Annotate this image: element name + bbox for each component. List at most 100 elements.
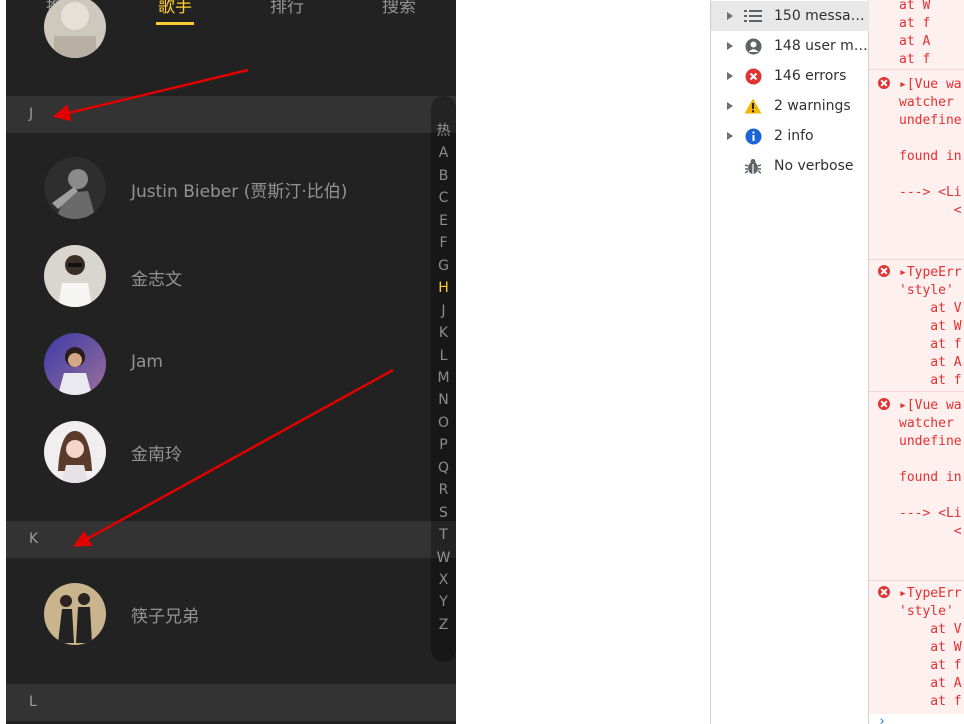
- console-sidebar: 150 messag... 148 user me... 146 errors …: [710, 0, 869, 724]
- console-line: at f: [899, 16, 931, 31]
- singer-avatar: [44, 245, 106, 307]
- expand-arrow-icon[interactable]: [727, 132, 733, 140]
- filter-label: 148 user me...: [774, 38, 868, 54]
- console-line[interactable]: ▸[Vue wa: [899, 76, 962, 94]
- error-icon: [878, 586, 890, 598]
- shortcut-letter[interactable]: F: [431, 235, 456, 251]
- console-line: at A: [899, 676, 962, 691]
- shortcut-letter[interactable]: N: [431, 392, 456, 408]
- singer-name: Justin Bieber (贾斯汀·比伯): [131, 182, 348, 202]
- console-error-entry[interactable]: ▸[Vue wa watcher undefine found in ---> …: [869, 391, 964, 581]
- filter-label: 146 errors: [774, 68, 847, 84]
- console-line: found in: [899, 470, 962, 485]
- group-title-k: K: [6, 521, 456, 558]
- shortcut-letter[interactable]: R: [431, 482, 456, 498]
- filter-warnings[interactable]: 2 warnings: [711, 91, 869, 121]
- console-line: at W: [899, 0, 931, 13]
- expand-arrow-icon: [727, 162, 733, 170]
- warning-icon: [744, 97, 762, 115]
- console-error-entry[interactable]: ▸TypeErr 'style' at V at W at f at A at …: [869, 580, 964, 714]
- shortcut-letter[interactable]: X: [431, 572, 456, 588]
- alphabet-shortcut-bar[interactable]: 热ABCEFGHJKLMNOPQRSTWXYZ: [431, 96, 456, 662]
- info-icon: [744, 127, 762, 145]
- expand-arrow-icon[interactable]: [727, 12, 733, 20]
- console-line: <: [899, 524, 962, 539]
- console-line: 'style': [899, 604, 954, 619]
- shortcut-letter[interactable]: E: [431, 213, 456, 229]
- console-line: undefine: [899, 434, 962, 449]
- shortcut-letter[interactable]: T: [431, 527, 456, 543]
- filter-label: No verbose: [774, 158, 854, 174]
- console-line: at f: [899, 52, 931, 67]
- filter-label: 2 warnings: [774, 98, 851, 114]
- console-error-entry[interactable]: ▸[Vue wa watcher undefine found in ---> …: [869, 69, 964, 259]
- singer-name: 金志文: [131, 270, 182, 290]
- console-line[interactable]: ▸TypeErr: [899, 264, 962, 282]
- error-icon: [744, 67, 762, 85]
- filter-errors[interactable]: 146 errors: [711, 61, 869, 91]
- tab-singer[interactable]: 歌手: [145, 0, 205, 25]
- shortcut-letter[interactable]: S: [431, 505, 456, 521]
- tab-rank[interactable]: 排行: [257, 0, 317, 20]
- console-line: at W: [899, 319, 962, 334]
- singer-avatar[interactable]: [44, 0, 106, 58]
- shortcut-letter[interactable]: A: [431, 145, 456, 161]
- filter-label: 2 info: [774, 128, 814, 144]
- console-line: watcher: [899, 416, 954, 431]
- console-line: ---> <Li: [899, 506, 962, 521]
- console-line: at A: [899, 355, 962, 370]
- shortcut-letter[interactable]: 热: [431, 123, 456, 139]
- filter-verbose[interactable]: No verbose: [711, 151, 869, 181]
- shortcut-letter[interactable]: M: [431, 370, 456, 386]
- console-output: at W at f at A at f ▸[Vue wa watcher und…: [869, 0, 964, 724]
- singer-avatar: [44, 157, 106, 219]
- shortcut-letter[interactable]: P: [431, 437, 456, 453]
- filter-user-messages[interactable]: 148 user me...: [711, 31, 869, 61]
- shortcut-letter[interactable]: K: [431, 325, 456, 341]
- shortcut-letter[interactable]: C: [431, 190, 456, 206]
- list-icon: [744, 7, 762, 25]
- singer-name: 金南玲: [131, 445, 182, 465]
- group-title-j: J: [6, 96, 456, 133]
- error-icon: [878, 265, 890, 277]
- shortcut-letter[interactable]: Q: [431, 460, 456, 476]
- shortcut-letter[interactable]: O: [431, 415, 456, 431]
- error-icon: [878, 77, 890, 89]
- singer-name: Jam: [131, 352, 163, 372]
- console-line[interactable]: ▸TypeErr: [899, 585, 962, 603]
- singer-name: 筷子兄弟: [131, 607, 199, 627]
- tab-search[interactable]: 搜索: [369, 0, 429, 20]
- shortcut-letter[interactable]: Z: [431, 617, 456, 633]
- console-line: 'style': [899, 283, 954, 298]
- console-error-entry[interactable]: ▸TypeErr 'style' at V at W at f at A at …: [869, 259, 964, 391]
- shortcut-letter[interactable]: G: [431, 258, 456, 274]
- console-line: at V: [899, 622, 962, 637]
- singer-avatar: [44, 583, 106, 645]
- shortcut-letter[interactable]: J: [431, 303, 456, 319]
- filter-info[interactable]: 2 info: [711, 121, 869, 151]
- shortcut-letter[interactable]: H: [431, 280, 456, 296]
- console-line: at A: [899, 34, 931, 49]
- singer-avatar: [44, 421, 106, 483]
- console-line: found in: [899, 149, 962, 164]
- expand-arrow-icon[interactable]: [727, 72, 733, 80]
- error-icon: [878, 398, 890, 410]
- console-line: watcher: [899, 95, 954, 110]
- filter-messages[interactable]: 150 messag...: [711, 1, 869, 31]
- user-icon: [744, 37, 762, 55]
- shortcut-letter[interactable]: W: [431, 550, 456, 566]
- console-line: at f: [899, 337, 962, 352]
- shortcut-letter[interactable]: L: [431, 348, 456, 364]
- expand-arrow-icon[interactable]: [727, 42, 733, 50]
- expand-arrow-icon[interactable]: [727, 102, 733, 110]
- console-line[interactable]: ▸[Vue wa: [899, 397, 962, 415]
- console-prompt-icon[interactable]: ›: [878, 714, 886, 724]
- console-line: at V: [899, 301, 962, 316]
- shortcut-letter[interactable]: Y: [431, 594, 456, 610]
- console-line: at f: [899, 694, 962, 709]
- console-error-entry[interactable]: at W at f at A at f: [869, 0, 964, 69]
- bug-icon: [744, 157, 762, 175]
- console-line: at f: [899, 658, 962, 673]
- console-line: at f: [899, 373, 962, 388]
- shortcut-letter[interactable]: B: [431, 168, 456, 184]
